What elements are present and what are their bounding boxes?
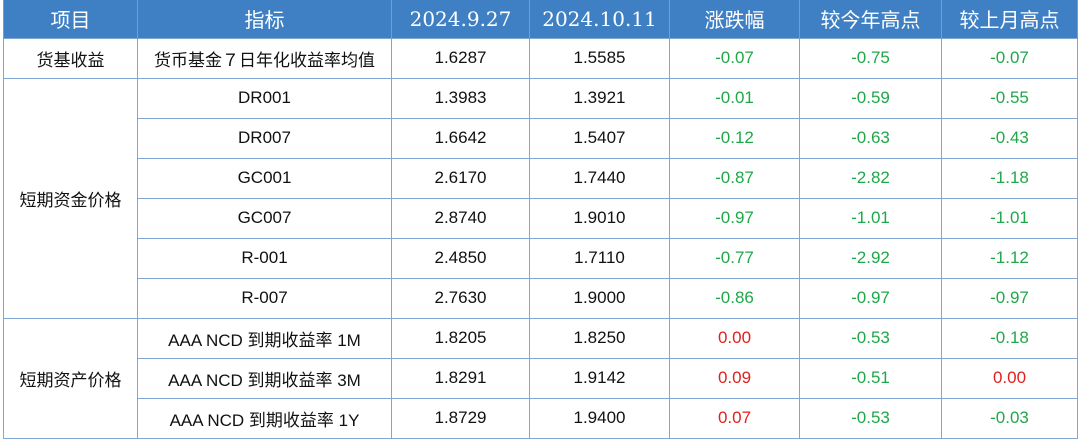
value-date-1-cell: 1.8205 (391, 317, 530, 359)
change-cell: -0.77 (669, 237, 800, 279)
vs-year-high-cell: -0.51 (799, 357, 942, 399)
value-date-1-cell: 1.8291 (391, 357, 530, 399)
vs-month-high-cell: -0.97 (941, 277, 1078, 319)
category-cell: 短期资金价格 (3, 77, 138, 319)
indicator-cell: R-001 (137, 237, 392, 279)
vs-month-high-cell: -1.01 (941, 197, 1078, 239)
vs-month-high-cell: -0.07 (941, 37, 1078, 79)
table-row: R-001 2.4850 1.7110 -0.77 -2.92 -1.12 (4, 237, 1078, 279)
indicator-cell: AAA NCD 到期收益率 3M (137, 357, 392, 399)
change-cell: -0.12 (669, 117, 800, 159)
vs-month-high-cell: -1.18 (941, 157, 1078, 199)
value-date-1-cell: 1.6642 (391, 117, 530, 159)
header-vs-year-high: 较今年高点 (799, 0, 942, 38)
value-date-2-cell: 1.8250 (529, 317, 670, 359)
change-cell: -0.86 (669, 277, 800, 319)
value-date-1-cell: 2.8740 (391, 197, 530, 239)
table-body: 货基收益 货币基金７日年化收益率均值 1.6287 1.5585 -0.07 -0.75-… (3, 37, 1078, 439)
vs-year-high-cell: -2.92 (799, 237, 942, 279)
indicator-cell: AAA NCD 到期收益率 1M (137, 317, 392, 359)
value-date-2-cell: 1.3921 (529, 77, 670, 119)
table-row: 短期资金价格 DR001 1.3983 1.3921 -0.01 -0.59 -0.55 (3, 77, 1078, 319)
value-date-2-cell: 1.9010 (529, 197, 670, 239)
value-date-1-cell: 1.8729 (391, 397, 530, 439)
vs-year-high-cell: -0.75 (799, 37, 942, 79)
value-date-2-cell: 1.5407 (529, 117, 670, 159)
indicator-cell: GC001 (137, 157, 392, 199)
change-cell: -0.01 (669, 77, 800, 119)
vs-month-high-cell: -0.43 (941, 117, 1078, 159)
header-date-2: 2024.10.11 (529, 0, 670, 38)
indicator-cell: DR007 (137, 117, 392, 159)
change-cell: 0.09 (669, 357, 800, 399)
value-date-2-cell: 1.5585 (529, 37, 670, 79)
change-cell: -0.87 (669, 157, 800, 199)
header-vs-month-high: 较上月高点 (941, 0, 1078, 38)
value-date-2-cell: 1.9400 (529, 397, 670, 439)
vs-year-high-cell: -0.53 (799, 317, 942, 359)
value-date-1-cell: 2.7630 (391, 277, 530, 319)
value-date-1-cell: 2.4850 (391, 237, 530, 279)
table-row: AAA NCD 到期收益率 1Y 1.8729 1.9400 0.07 -0.53 -0.… (4, 397, 1078, 439)
table-row: DR007 1.6642 1.5407 -0.12 -0.63 -0.43 (4, 117, 1078, 159)
vs-month-high-cell: -0.55 (941, 77, 1078, 119)
header-row: 项目 指标 2024.9.27 2024.10.11 涨跌幅 较今年高点 较上月… (3, 0, 1078, 38)
table-row: 短期资产价格 AAA NCD 到期收益率 1M 1.8205 1.8250 0.00 -0… (3, 317, 1078, 439)
vs-year-high-cell: -2.82 (799, 157, 942, 199)
value-date-1-cell: 1.6287 (391, 37, 530, 79)
value-date-1-cell: 2.6170 (391, 157, 530, 199)
table-row: AAA NCD 到期收益率 3M 1.8291 1.9142 0.09 -0.51 0.0… (4, 357, 1078, 399)
vs-month-high-cell: 0.00 (941, 357, 1078, 399)
indicator-cell: R-007 (137, 277, 392, 319)
vs-year-high-cell: -0.53 (799, 397, 942, 439)
vs-year-high-cell: -0.63 (799, 117, 942, 159)
indicator-cell: GC007 (137, 197, 392, 239)
vs-year-high-cell: -1.01 (799, 197, 942, 239)
change-cell: -0.97 (669, 197, 800, 239)
value-date-1-cell: 1.3983 (391, 77, 530, 119)
change-cell: 0.00 (669, 317, 800, 359)
change-cell: 0.07 (669, 397, 800, 439)
header-change: 涨跌幅 (669, 0, 800, 38)
table-row: GC007 2.8740 1.9010 -0.97 -1.01 -1.01 (4, 197, 1078, 239)
indicator-cell: 货币基金７日年化收益率均值 (137, 37, 392, 79)
vs-year-high-cell: -0.97 (799, 277, 942, 319)
table-row: R-007 2.7630 1.9000 -0.86 -0.97 -0.97 (4, 277, 1078, 319)
change-cell: -0.07 (669, 37, 800, 79)
value-date-2-cell: 1.9142 (529, 357, 670, 399)
header-date-1: 2024.9.27 (391, 0, 530, 38)
table-header: 项目 指标 2024.9.27 2024.10.11 涨跌幅 较今年高点 较上月… (3, 0, 1078, 38)
indicator-cell: AAA NCD 到期收益率 1Y (137, 397, 392, 439)
category-cell: 货基收益 (3, 37, 138, 79)
value-date-2-cell: 1.7440 (529, 157, 670, 199)
table-row: GC001 2.6170 1.7440 -0.87 -2.82 -1.18 (4, 157, 1078, 199)
vs-year-high-cell: -0.59 (799, 77, 942, 119)
indicator-cell: DR001 (137, 77, 392, 119)
vs-month-high-cell: -0.18 (941, 317, 1078, 359)
vs-month-high-cell: -0.03 (941, 397, 1078, 439)
category-cell: 短期资产价格 (3, 317, 138, 439)
value-date-2-cell: 1.7110 (529, 237, 670, 279)
vs-month-high-cell: -1.12 (941, 237, 1078, 279)
table-row: 货基收益 货币基金７日年化收益率均值 1.6287 1.5585 -0.07 -0.75-… (3, 37, 1078, 79)
header-indicator: 指标 (137, 0, 392, 38)
money-market-table: 项目 指标 2024.9.27 2024.10.11 涨跌幅 较今年高点 较上月… (3, 0, 1078, 439)
header-category: 项目 (3, 0, 138, 38)
value-date-2-cell: 1.9000 (529, 277, 670, 319)
